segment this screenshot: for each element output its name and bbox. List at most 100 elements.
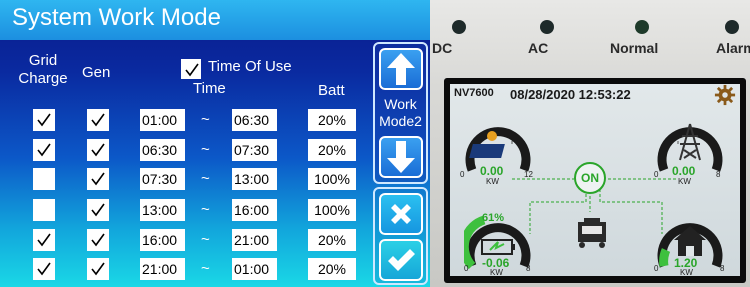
batt-field[interactable]: 20%: [308, 258, 356, 280]
action-group: [373, 187, 428, 285]
end-time-field[interactable]: 16:00: [232, 199, 277, 221]
down-arrow-button[interactable]: [379, 136, 423, 178]
check-icon: [37, 143, 51, 157]
load-unit: KW: [680, 268, 693, 277]
work-mode-panel: System Work Mode Grid Charge Gen Time Of…: [0, 0, 430, 287]
on-indicator[interactable]: ON: [574, 162, 606, 194]
status-led-label: DC: [432, 40, 453, 56]
up-arrow-button[interactable]: [379, 48, 423, 90]
grid-charge-checkbox[interactable]: [33, 139, 55, 161]
grid-charge-checkbox[interactable]: [33, 168, 55, 190]
grid-min: 0: [654, 170, 659, 179]
start-time-field[interactable]: 13:00: [140, 199, 185, 221]
check-icon: [91, 262, 105, 276]
checkmark-icon: [388, 249, 415, 271]
time-header: Time: [193, 80, 226, 97]
start-time-field[interactable]: 21:00: [140, 258, 185, 280]
inverter-screen: NV7600 08/28/2020 12:53:22 0 0.00 KW 12 …: [444, 78, 746, 283]
grid-charge-checkbox[interactable]: [33, 199, 55, 221]
load-max: 8: [720, 264, 725, 273]
end-time-field[interactable]: 21:00: [232, 229, 277, 251]
batt-field[interactable]: 100%: [308, 199, 356, 221]
batt-header: Batt: [318, 82, 345, 99]
grid-charge-checkbox[interactable]: [33, 109, 55, 131]
start-time-field[interactable]: 01:00: [140, 109, 185, 131]
time-separator: ~: [201, 111, 210, 128]
battery-unit: KW: [490, 268, 503, 277]
gen-checkbox[interactable]: [87, 229, 109, 251]
gen-checkbox[interactable]: [87, 109, 109, 131]
table-row: 21:00 ~01:00 20%: [0, 258, 370, 282]
check-icon: [91, 233, 105, 247]
battery-min: 0: [464, 264, 469, 273]
check-icon: [91, 143, 105, 157]
status-led: [725, 20, 739, 34]
battery-icon: [481, 239, 515, 255]
start-time-field[interactable]: 07:30: [140, 168, 185, 190]
grid-charge-checkbox[interactable]: [33, 258, 55, 280]
status-led: [452, 20, 466, 34]
check-icon: [37, 113, 51, 127]
arrow-up-icon: [387, 53, 415, 85]
mode-nav-group: Work Mode2: [373, 42, 428, 184]
pv-value: 0.00: [480, 164, 504, 178]
grid-max: 8: [716, 170, 721, 179]
table-row: 16:00 ~21:00 20%: [0, 229, 370, 253]
grid-unit: KW: [678, 177, 691, 186]
status-led: [540, 20, 554, 34]
check-icon: [185, 63, 199, 77]
batt-field[interactable]: 100%: [308, 168, 356, 190]
end-time-field[interactable]: 13:00: [232, 168, 277, 190]
check-icon: [91, 203, 105, 217]
gen-header: Gen: [82, 64, 111, 81]
gen-checkbox[interactable]: [87, 258, 109, 280]
table-row: 01:00 ~06:30 20%: [0, 109, 370, 133]
status-led-label: Normal: [610, 40, 659, 56]
load-min: 0: [654, 264, 659, 273]
time-of-use-checkbox[interactable]: [181, 59, 201, 79]
time-of-use-label: Time Of Use: [208, 58, 292, 75]
start-time-field[interactable]: 06:30: [140, 139, 185, 161]
check-icon: [37, 262, 51, 276]
check-icon: [37, 233, 51, 247]
gen-checkbox[interactable]: [87, 199, 109, 221]
time-separator: ~: [201, 170, 210, 187]
status-led: [635, 20, 649, 34]
inverter-display: NV7600 08/28/2020 12:53:22 0 0.00 KW 12 …: [450, 84, 740, 277]
start-time-field[interactable]: 16:00: [140, 229, 185, 251]
grid-charge-checkbox[interactable]: [33, 229, 55, 251]
gen-checkbox[interactable]: [87, 139, 109, 161]
table-row: 06:30 ~07:30 20%: [0, 139, 370, 163]
confirm-button[interactable]: [379, 239, 423, 281]
close-icon: [391, 204, 411, 224]
cancel-button[interactable]: [379, 193, 423, 235]
grid-charge-header: Grid Charge: [18, 52, 68, 87]
time-separator: ~: [201, 201, 210, 218]
table-row: 07:30 ~13:00 100%: [0, 168, 370, 192]
time-separator: ~: [201, 141, 210, 158]
work-mode-label: Work Mode2: [379, 96, 422, 129]
status-led-label: AC: [528, 40, 549, 56]
check-icon: [91, 113, 105, 127]
end-time-field[interactable]: 06:30: [232, 109, 277, 131]
batt-field[interactable]: 20%: [308, 109, 356, 131]
time-separator: ~: [201, 231, 210, 248]
grid-value: 0.00: [672, 164, 696, 178]
gen-checkbox[interactable]: [87, 168, 109, 190]
end-time-field[interactable]: 01:00: [232, 258, 277, 280]
arrow-down-icon: [387, 141, 415, 173]
check-icon: [91, 172, 105, 186]
time-separator: ~: [201, 260, 210, 277]
end-time-field[interactable]: 07:30: [232, 139, 277, 161]
battery-soc: 61%: [482, 212, 505, 224]
pv-min: 0: [460, 170, 465, 179]
page-title: System Work Mode: [0, 0, 430, 40]
table-row: 13:00 ~16:00 100%: [0, 199, 370, 223]
generator-icon: [578, 218, 606, 248]
batt-field[interactable]: 20%: [308, 139, 356, 161]
status-led-label: Alarm: [716, 40, 750, 56]
pv-unit: KW: [486, 177, 499, 186]
battery-max: 8: [526, 264, 531, 273]
batt-field[interactable]: 20%: [308, 229, 356, 251]
pv-max: 12: [524, 170, 533, 179]
